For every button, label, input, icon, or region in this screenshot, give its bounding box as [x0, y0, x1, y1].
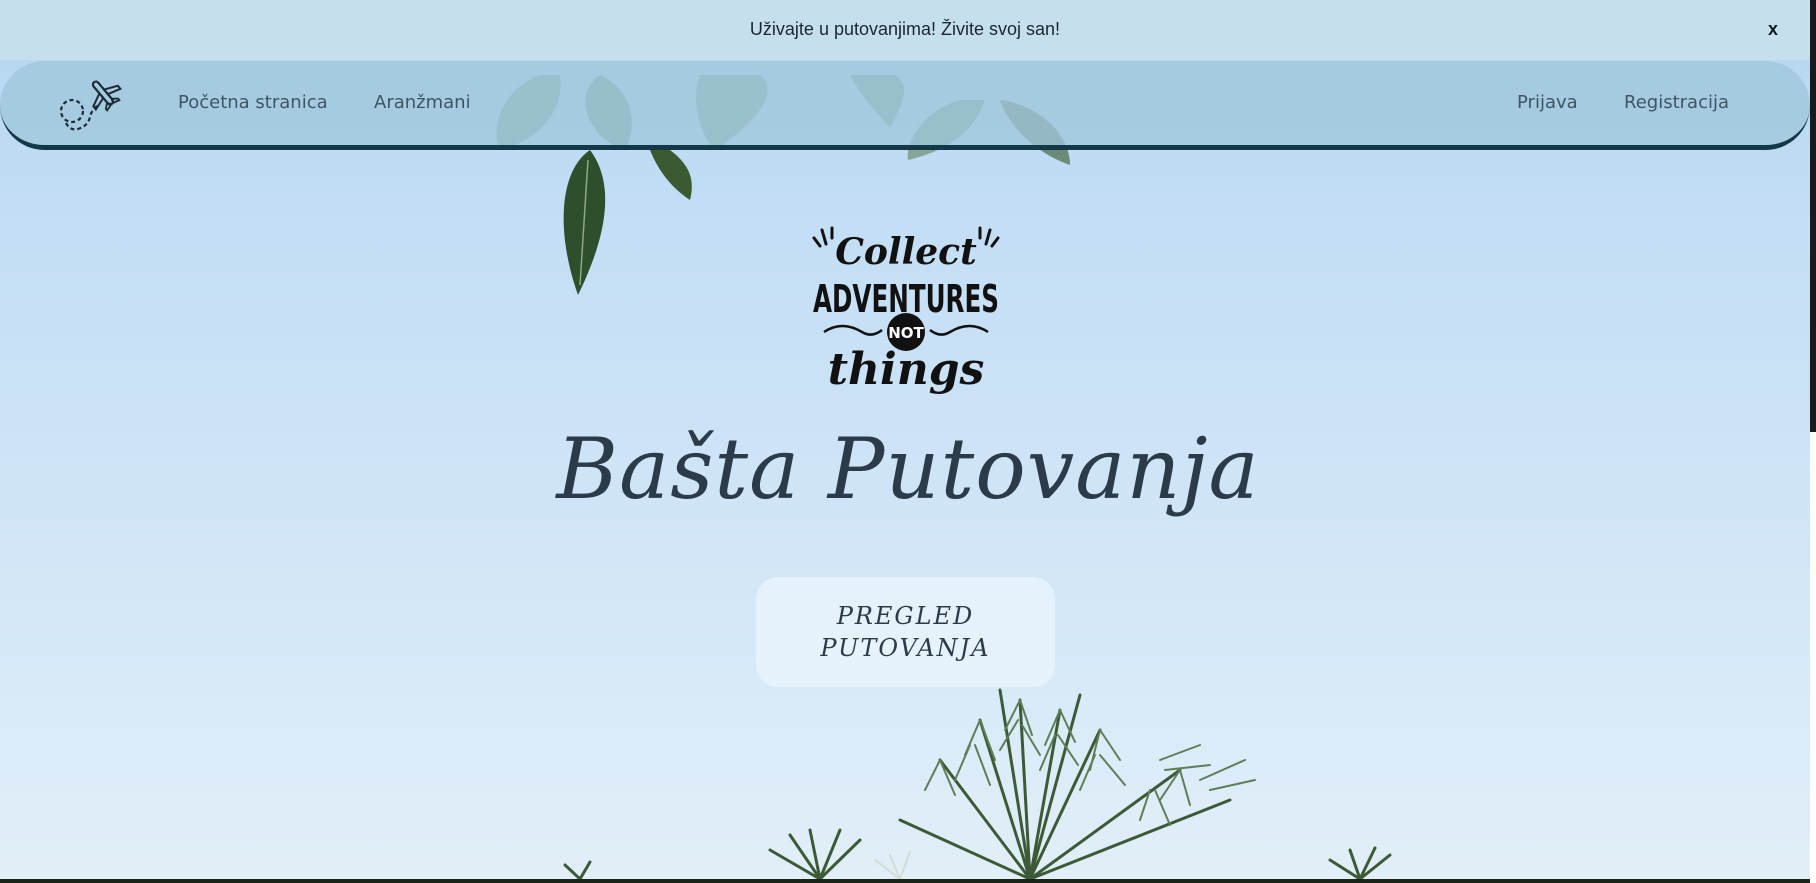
nav-link-register[interactable]: Registracija [1624, 92, 1729, 113]
announcement-bar: Uživajte u putovanjima! Živite svoj san!… [0, 0, 1810, 60]
view-trips-button[interactable]: PREGLED PUTOVANJA [756, 577, 1055, 687]
badge-line-collect: Collect [835, 231, 977, 273]
main-navbar: Početna stranica Aranžmani Prijava Regis… [0, 61, 1810, 150]
badge-line-not: NOT [888, 324, 924, 342]
palm-fronds [563, 688, 1392, 879]
page-scrollbar[interactable] [1810, 0, 1816, 883]
nav-link-home[interactable]: Početna stranica [178, 92, 328, 113]
badge-line-things: things [828, 344, 985, 395]
announcement-text: Uživajte u putovanjima! Živite svoj san! [749, 18, 1061, 39]
collect-adventures-badge: Collect ADVENTURES NOT things [806, 224, 1006, 406]
below-fold-strip [0, 879, 1810, 883]
hero-title: Bašta Putovanja [556, 420, 1260, 518]
scrollbar-thumb[interactable] [1810, 0, 1816, 432]
nav-link-arrangements[interactable]: Aranžmani [374, 92, 471, 113]
nav-link-login[interactable]: Prijava [1517, 92, 1578, 113]
close-announcement-button[interactable]: x [1768, 19, 1778, 40]
plane-dashed-path-icon[interactable] [56, 71, 123, 137]
view-trips-button-label: PREGLED PUTOVANJA [820, 602, 991, 662]
